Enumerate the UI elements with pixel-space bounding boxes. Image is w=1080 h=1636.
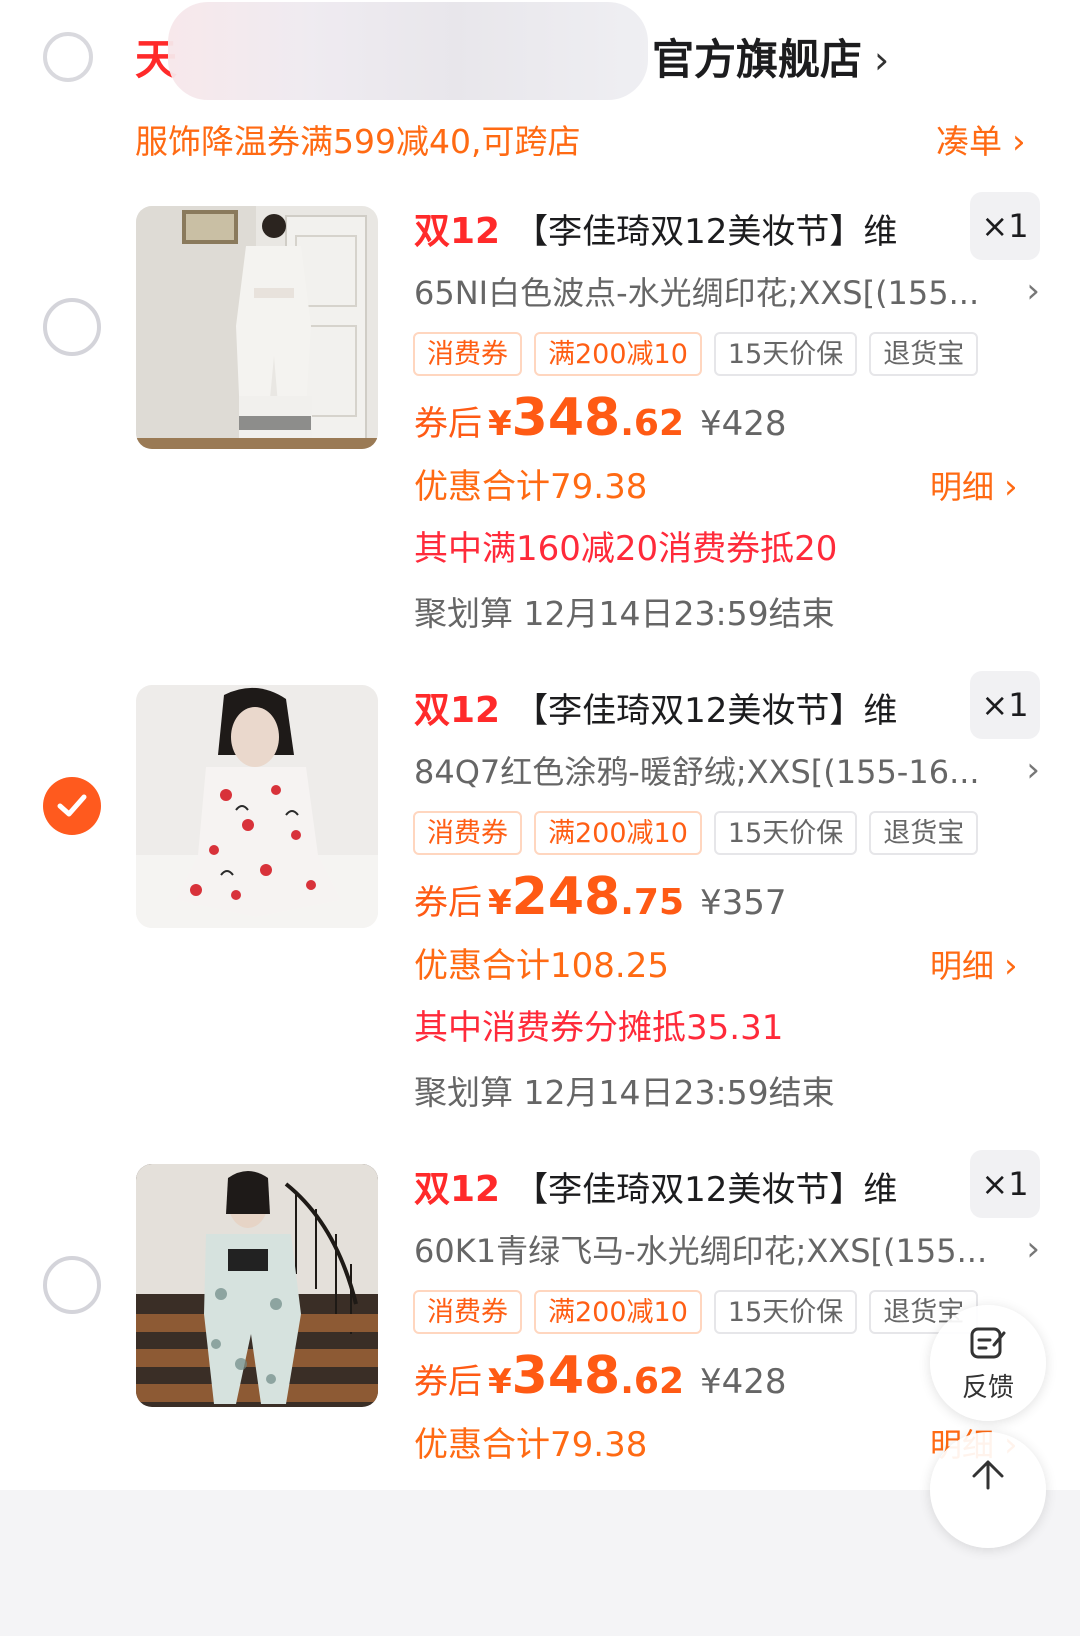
shop-promo-text: 服饰降温券满599减40,可跨店 [135, 122, 581, 161]
sku-text: 84Q7红色涂鸦-暖舒绒;XXS[(155-16... [414, 753, 980, 791]
discount-total: 优惠合计79.38 [414, 1425, 648, 1465]
coupon-breakdown: 其中满160减20消费券抵20 [414, 529, 838, 569]
tag-price-protect: 15天价保 [713, 332, 858, 376]
price-row: 券后 ¥ 348 .62 ¥428 [414, 388, 787, 448]
service-tags: 消费券 满200减10 15天价保 退货宝 [413, 1290, 979, 1334]
price-integer: 348 [511, 388, 621, 448]
price-decimal: .62 [620, 403, 684, 444]
price-currency: ¥ [488, 404, 512, 444]
original-price: ¥357 [700, 883, 787, 923]
service-tags: 消费券 满200减10 15天价保 退货宝 [413, 332, 979, 376]
quantity-stepper[interactable]: ×1 [970, 192, 1040, 260]
item-select-radio[interactable] [43, 1256, 101, 1314]
discount-total: 优惠合计79.38 [414, 467, 648, 507]
chevron-right-icon: › [874, 38, 890, 82]
chevron-right-icon: › [1026, 1229, 1040, 1269]
quantity-stepper[interactable]: ×1 [970, 671, 1040, 739]
item-title-text: 【李佳琦双12美妆节】维 [514, 690, 898, 731]
quantity-stepper[interactable]: ×1 [970, 1150, 1040, 1218]
discount-total: 优惠合计108.25 [414, 946, 669, 986]
checkmark-icon [57, 794, 87, 817]
item-title[interactable]: 双12 【李佳琦双12美妆节】维 [414, 677, 897, 737]
juhuasuan-deadline: 聚划算 12月14日23:59结束 [414, 594, 835, 633]
double12-tag: 双12 [414, 690, 501, 731]
feedback-label: 反馈 [961, 1372, 1014, 1403]
coupon-breakdown: 其中消费券分摊抵35.31 [414, 1008, 784, 1048]
sku-text: 60K1青绿飞马-水光绸印花;XXS[(155... [414, 1232, 988, 1270]
tag-full-reduction: 满200减10 [534, 811, 702, 855]
sku-selector[interactable]: 60K1青绿飞马-水光绸印花;XXS[(155... › [414, 1224, 1040, 1274]
sku-selector[interactable]: 84Q7红色涂鸦-暖舒绒;XXS[(155-16... › [414, 745, 1040, 795]
price-decimal: .75 [620, 882, 684, 923]
product-thumbnail[interactable] [136, 685, 378, 928]
chevron-right-icon: › [1004, 946, 1018, 986]
arrow-up-icon [972, 1460, 1004, 1490]
double12-tag: 双12 [414, 211, 501, 252]
item-title[interactable]: 双12 【李佳琦双12美妆节】维 [414, 198, 897, 258]
tag-price-protect: 15天价保 [713, 811, 858, 855]
feedback-button[interactable]: 反馈 [930, 1305, 1046, 1421]
item-title-text: 【李佳琦双12美妆节】维 [514, 211, 898, 252]
item-title-text: 【李佳琦双12美妆节】维 [514, 1169, 898, 1210]
product-image-model-green-pegasus-pajamas [136, 1164, 378, 1407]
original-price: ¥428 [700, 1362, 787, 1402]
tag-consumption-coupon: 消费券 [413, 811, 522, 855]
tag-consumption-coupon: 消费券 [413, 1290, 522, 1334]
tag-return-insurance: 退货宝 [869, 811, 979, 855]
product-thumbnail[interactable] [136, 1164, 378, 1407]
price-currency: ¥ [488, 1362, 512, 1402]
product-image-model-red-print-pajamas [136, 685, 378, 928]
chevron-right-icon: › [1012, 122, 1026, 162]
price-label: 券后 [414, 883, 482, 923]
original-price: ¥428 [700, 404, 787, 444]
redacted-blur [168, 2, 648, 100]
item-select-radio[interactable] [43, 298, 101, 356]
shop-select-radio[interactable] [43, 32, 93, 82]
product-image-model-white-pajamas [136, 206, 378, 449]
cart-item: 双12 【李佳琦双12美妆节】维 ×1 84Q7红色涂鸦-暖舒绒;XXS[(15… [0, 671, 1080, 1157]
detail-button[interactable]: 明细 › [930, 464, 1018, 510]
shop-name-link[interactable]: 官方旗舰店 › [652, 34, 889, 86]
price-label: 券后 [414, 404, 482, 444]
coudan-button[interactable]: 凑单 › [936, 118, 1026, 166]
cart-item: 双12 【李佳琦双12美妆节】维 ×1 65NI白色波点-水光绸印花;XXS[(… [0, 192, 1080, 678]
price-row: 券后 ¥ 348 .62 ¥428 [414, 1346, 787, 1406]
double12-tag: 双12 [414, 1169, 501, 1210]
item-title[interactable]: 双12 【李佳琦双12美妆节】维 [414, 1156, 897, 1216]
sku-text: 65NI白色波点-水光绸印花;XXS[(155... [414, 274, 980, 312]
chevron-right-icon: › [1026, 271, 1040, 311]
product-thumbnail[interactable] [136, 206, 378, 449]
price-integer: 248 [511, 867, 621, 927]
price-currency: ¥ [488, 883, 512, 923]
sku-selector[interactable]: 65NI白色波点-水光绸印花;XXS[(155... › [414, 266, 1040, 316]
price-row: 券后 ¥ 248 .75 ¥357 [414, 867, 787, 927]
coudan-label: 凑单 [936, 122, 1002, 161]
back-to-top-button[interactable] [930, 1432, 1046, 1548]
shop-name-suffix: 官方旗舰店 [652, 35, 863, 84]
detail-label: 明细 [930, 947, 995, 985]
cart-item: 双12 【李佳琦双12美妆节】维 ×1 60K1青绿飞马-水光绸印花;XXS[(… [0, 1150, 1080, 1636]
detail-button[interactable]: 明细 › [930, 943, 1018, 989]
item-select-radio[interactable] [43, 777, 101, 835]
edit-note-icon [970, 1327, 1006, 1358]
tag-full-reduction: 满200减10 [534, 332, 702, 376]
price-integer: 348 [511, 1346, 621, 1406]
chevron-right-icon: › [1026, 750, 1040, 790]
detail-label: 明细 [930, 468, 995, 506]
tag-full-reduction: 满200减10 [534, 1290, 702, 1334]
price-decimal: .62 [620, 1361, 684, 1402]
tag-price-protect: 15天价保 [713, 1290, 858, 1334]
price-label: 券后 [414, 1362, 482, 1402]
tag-return-insurance: 退货宝 [869, 332, 979, 376]
chevron-right-icon: › [1004, 467, 1018, 507]
tag-consumption-coupon: 消费券 [413, 332, 522, 376]
service-tags: 消费券 满200减10 15天价保 退货宝 [413, 811, 979, 855]
cart-shop-card: 天 官方旗舰店 › 服饰降温券满599减40,可跨店 凑单 › 双12 【李佳琦… [0, 0, 1080, 1548]
juhuasuan-deadline: 聚划算 12月14日23:59结束 [414, 1073, 835, 1112]
